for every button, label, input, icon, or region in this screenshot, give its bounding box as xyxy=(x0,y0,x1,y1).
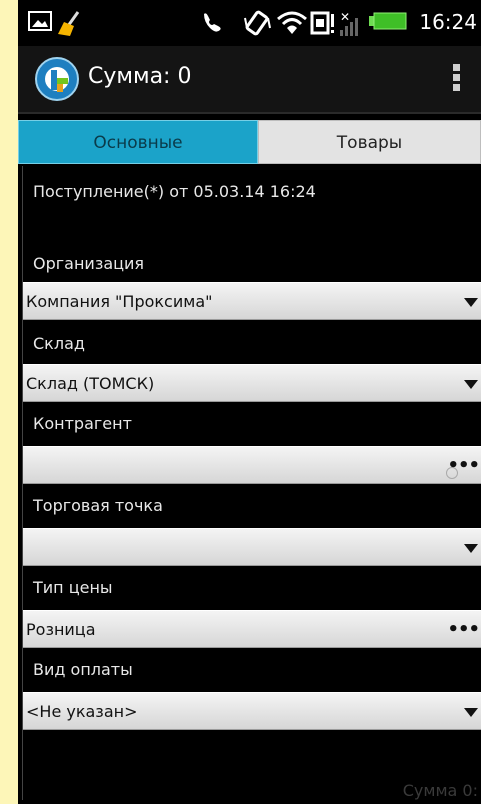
sum-title: Сумма: 0 xyxy=(88,64,192,89)
footer-sum: Сумма 0: xyxy=(402,781,478,800)
organization-label: Организация xyxy=(33,254,145,273)
trade-point-dropdown[interactable] xyxy=(23,528,481,566)
cleaner-icon xyxy=(58,11,80,36)
phone-screen: ✕ 16:24 Сумма: 0 Основные Товары Поступл xyxy=(18,0,481,804)
dropdown-arrow-icon xyxy=(464,544,478,553)
payment-type-dropdown[interactable]: <Не указан> xyxy=(23,692,481,730)
payment-type-label: Вид оплаты xyxy=(33,660,133,679)
status-bar: ✕ 16:24 xyxy=(18,0,481,46)
organization-dropdown[interactable]: Компания "Проксима" xyxy=(23,282,481,320)
price-type-value: Розница xyxy=(26,620,96,639)
action-bar: Сумма: 0 xyxy=(18,46,481,114)
sim-icon xyxy=(310,11,334,35)
warehouse-value: Склад (ТОМСК) xyxy=(26,374,155,393)
app-logo-icon[interactable] xyxy=(34,56,80,102)
warehouse-dropdown[interactable]: Склад (ТОМСК) xyxy=(23,364,481,402)
dropdown-arrow-icon xyxy=(464,380,478,389)
call-icon xyxy=(204,13,221,32)
wifi-icon xyxy=(277,11,307,34)
status-time: 16:24 xyxy=(419,10,477,34)
tab-main[interactable]: Основные xyxy=(18,120,258,164)
document-title: Поступление(*) от 05.03.14 16:24 xyxy=(33,182,316,201)
contractor-picker[interactable]: ••• xyxy=(23,446,481,484)
no-signal-icon: ✕ xyxy=(340,10,358,36)
image-icon xyxy=(28,11,52,31)
payment-type-value: <Не указан> xyxy=(26,702,138,721)
dropdown-arrow-icon xyxy=(464,298,478,307)
overflow-menu-icon[interactable] xyxy=(453,64,461,96)
svg-text:✕: ✕ xyxy=(340,10,350,24)
document-form: Поступление(*) от 05.03.14 16:24 Организ… xyxy=(22,166,481,800)
battery-icon xyxy=(369,12,407,30)
dropdown-arrow-icon xyxy=(464,708,478,717)
more-dots-icon[interactable]: ••• xyxy=(447,447,480,485)
organization-value: Компания "Проксима" xyxy=(26,292,213,311)
more-dots-icon[interactable]: ••• xyxy=(447,611,480,649)
trade-point-label: Торговая точка xyxy=(33,496,163,515)
tab-goods[interactable]: Товары xyxy=(258,120,481,164)
warehouse-label: Склад xyxy=(33,334,85,353)
contractor-label: Контрагент xyxy=(33,414,132,433)
price-type-picker[interactable]: Розница ••• xyxy=(23,610,481,648)
tab-bar: Основные Товары xyxy=(18,120,481,166)
price-type-label: Тип цены xyxy=(33,578,113,597)
vibrate-icon xyxy=(244,10,271,36)
